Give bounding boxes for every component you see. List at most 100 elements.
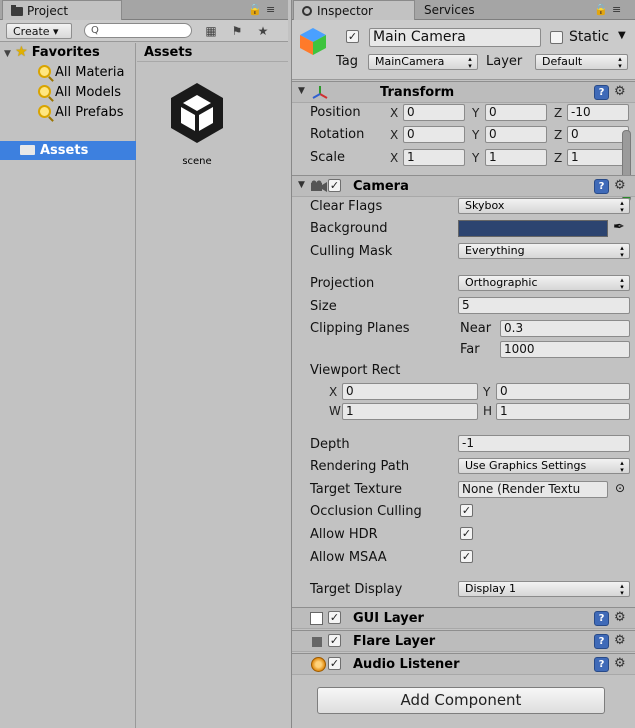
add-component-button[interactable]: Add Component (317, 687, 605, 714)
occlusion-culling-checkbox[interactable]: ✓ (460, 504, 473, 517)
tab-inspector-label: Inspector (317, 4, 373, 18)
gear-icon[interactable]: ⚙ (614, 178, 626, 193)
clipping-planes-label: Clipping Planes (310, 321, 410, 336)
tag-label: Tag (336, 54, 359, 69)
tab-project[interactable]: Project (2, 0, 122, 21)
target-display-dropdown[interactable]: Display 1 (458, 581, 630, 597)
lock-icon[interactable]: 🔒 (594, 3, 608, 16)
near-label: Near (460, 321, 492, 336)
favorite-star-icon[interactable]: ★ (252, 22, 274, 40)
project-search-input[interactable]: Q (84, 23, 192, 38)
depth-field[interactable]: -1 (458, 435, 630, 452)
gear-icon[interactable]: ⚙ (614, 633, 626, 648)
viewport-h-field[interactable]: 1 (496, 403, 630, 420)
rotation-z-field[interactable]: 0 (567, 126, 629, 143)
eyedropper-icon[interactable]: ✒ (613, 219, 625, 235)
allow-hdr-checkbox[interactable]: ✓ (460, 527, 473, 540)
gameobject-name-field[interactable]: Main Camera (369, 28, 541, 47)
filter-by-type-icon[interactable]: ▦ (200, 22, 222, 40)
rotation-y-field[interactable]: 0 (485, 126, 547, 143)
position-y-field[interactable]: 0 (485, 104, 547, 121)
help-icon[interactable]: ? (594, 179, 609, 194)
scale-y-field[interactable]: 1 (485, 149, 547, 166)
camera-enabled-checkbox[interactable]: ✓ (328, 179, 341, 192)
allow-msaa-checkbox[interactable]: ✓ (460, 550, 473, 563)
tree-item-all-materials[interactable]: All Materia (0, 63, 136, 82)
audio-listener-header[interactable]: ✓ Audio Listener ? ⚙ (292, 653, 635, 675)
size-label: Size (310, 299, 337, 314)
viewport-y-field[interactable]: 0 (496, 383, 630, 400)
gear-icon[interactable]: ⚙ (614, 610, 626, 625)
asset-scene[interactable]: scene (159, 77, 235, 167)
asset-label: scene (182, 156, 212, 167)
help-icon[interactable]: ? (594, 657, 609, 672)
near-clip-field[interactable]: 0.3 (500, 320, 630, 337)
static-label: Static (569, 29, 610, 45)
projection-label: Projection (310, 276, 375, 291)
help-icon[interactable]: ? (594, 85, 609, 100)
audio-listener-icon (311, 657, 326, 672)
static-checkbox[interactable] (550, 31, 563, 44)
far-label: Far (460, 342, 480, 357)
saved-search-icon (38, 105, 51, 118)
filter-by-label-icon[interactable]: ⚑ (226, 22, 248, 40)
layer-label: Layer (486, 54, 523, 69)
tree-item-favorites[interactable]: ▼ ★ Favorites (0, 43, 136, 62)
gear-icon[interactable]: ⚙ (614, 84, 626, 99)
tag-dropdown[interactable]: MainCamera (368, 54, 478, 70)
camera-header[interactable]: ▼ ✓ Camera ? ⚙ (292, 175, 635, 197)
assets-breadcrumb: Assets (137, 43, 288, 62)
saved-search-icon (38, 65, 51, 78)
scale-z-field[interactable]: 1 (567, 149, 629, 166)
info-icon (302, 6, 312, 16)
gear-icon[interactable]: ⚙ (614, 656, 626, 671)
transform-title: Transform (380, 85, 455, 100)
occlusion-culling-label: Occlusion Culling (310, 504, 422, 519)
transform-header[interactable]: ▼ Transform ? ⚙ (292, 81, 635, 103)
assets-pane: Assets scene (137, 43, 288, 728)
culling-mask-dropdown[interactable]: Everything (458, 243, 630, 259)
foldout-icon[interactable]: ▼ (298, 86, 305, 96)
viewport-x-field[interactable]: 0 (342, 383, 478, 400)
tab-menu-icon[interactable]: ≡ (612, 3, 621, 16)
gui-layer-header[interactable]: ✓ GUI Layer ? ⚙ (292, 607, 635, 629)
tab-services[interactable]: Services (416, 0, 506, 20)
object-picker-icon[interactable]: ⊙ (615, 481, 625, 495)
viewport-w-field[interactable]: 1 (342, 403, 478, 420)
rotation-label: Rotation (310, 127, 365, 142)
tree-item-all-prefabs[interactable]: All Prefabs (0, 103, 136, 122)
create-button[interactable]: Create ▾ (6, 23, 72, 39)
tree-item-label: All Models (55, 85, 122, 100)
rotation-x-field[interactable]: 0 (403, 126, 465, 143)
foldout-icon[interactable]: ▼ (298, 180, 305, 190)
gameobject-active-checkbox[interactable]: ✓ (346, 30, 359, 43)
far-clip-field[interactable]: 1000 (500, 341, 630, 358)
flare-layer-header[interactable]: ✓ Flare Layer ? ⚙ (292, 630, 635, 652)
projection-dropdown[interactable]: Orthographic (458, 275, 630, 291)
audio-listener-checkbox[interactable]: ✓ (328, 657, 341, 670)
lock-icon[interactable]: 🔒 (248, 3, 262, 16)
tree-item-assets[interactable]: Assets (0, 141, 136, 160)
position-x-field[interactable]: 0 (403, 104, 465, 121)
help-icon[interactable]: ? (594, 634, 609, 649)
tab-services-label: Services (424, 3, 475, 17)
clear-flags-dropdown[interactable]: Skybox (458, 198, 630, 214)
scale-x-field[interactable]: 1 (403, 149, 465, 166)
layer-dropdown[interactable]: Default (535, 54, 628, 70)
tab-inspector[interactable]: Inspector (293, 0, 415, 21)
rendering-path-dropdown[interactable]: Use Graphics Settings (458, 458, 630, 474)
target-texture-field[interactable]: None (Render Textu (458, 481, 608, 498)
tab-menu-icon[interactable]: ≡ (266, 3, 275, 16)
tree-item-all-models[interactable]: All Models (0, 83, 136, 102)
static-dropdown-icon[interactable]: ▼ (618, 30, 626, 41)
target-display-label: Target Display (310, 582, 403, 597)
flare-layer-checkbox[interactable]: ✓ (328, 634, 341, 647)
background-color-swatch[interactable] (458, 220, 608, 237)
size-field[interactable]: 5 (458, 297, 630, 314)
help-icon[interactable]: ? (594, 611, 609, 626)
axis-x-label: X (329, 385, 338, 399)
position-z-field[interactable]: -10 (567, 104, 629, 121)
unity-logo-icon (171, 83, 223, 143)
gui-layer-checkbox[interactable]: ✓ (328, 611, 341, 624)
foldout-icon[interactable]: ▼ (4, 49, 11, 59)
